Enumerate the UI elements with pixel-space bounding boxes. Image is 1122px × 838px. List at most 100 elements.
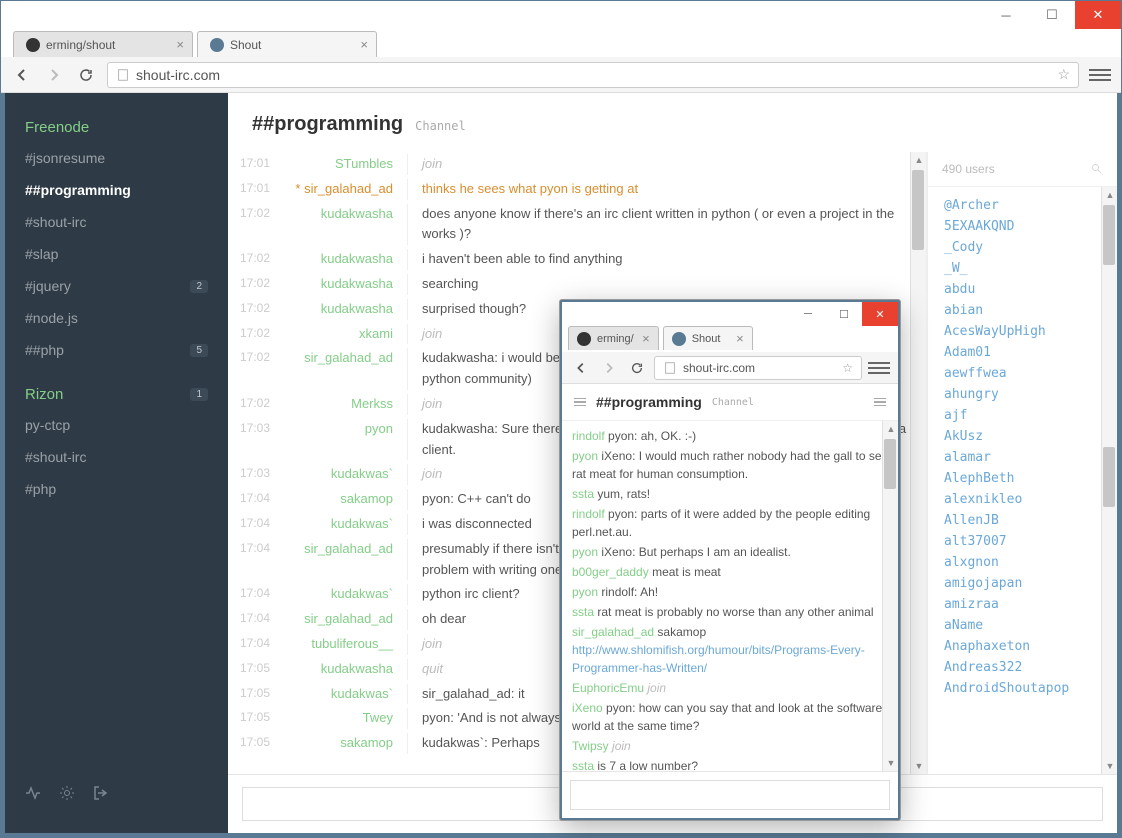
sidebar-toggle[interactable]: [574, 398, 586, 407]
user-item[interactable]: ajf: [928, 405, 1117, 426]
user-item[interactable]: AndroidShoutapop: [928, 678, 1117, 699]
user-item[interactable]: _Cody: [928, 237, 1117, 258]
scrollbar-thumb[interactable]: [1103, 205, 1115, 265]
msg-nick[interactable]: sakamop: [288, 733, 408, 754]
scroll-down-icon[interactable]: ▼: [883, 755, 898, 771]
forward-button[interactable]: [43, 64, 65, 86]
msg-nick[interactable]: xkami: [288, 324, 408, 345]
scrollbar[interactable]: ▲ ▼: [1101, 187, 1117, 774]
msg-nick[interactable]: kudakwasha: [288, 299, 408, 320]
user-item[interactable]: Adam01: [928, 342, 1117, 363]
message-input[interactable]: [570, 780, 890, 810]
scroll-down-icon[interactable]: ▼: [911, 758, 927, 774]
user-item[interactable]: amizraa: [928, 594, 1117, 615]
msg-nick[interactable]: kudakwas`: [288, 514, 408, 535]
close-button[interactable]: ✕: [1075, 1, 1121, 29]
user-item[interactable]: abdu: [928, 279, 1117, 300]
user-item[interactable]: @Archer: [928, 195, 1117, 216]
close-icon[interactable]: ×: [176, 37, 184, 52]
sidebar-channel[interactable]: #shout-irc: [5, 441, 228, 473]
scroll-down-icon[interactable]: ▼: [1102, 758, 1117, 774]
scrollbar-thumb[interactable]: [1103, 447, 1115, 507]
user-item[interactable]: 5EXAAKQND: [928, 216, 1117, 237]
maximize-button[interactable]: ☐: [826, 302, 862, 326]
user-list[interactable]: @Archer5EXAAKQND_Cody_W_abduabianAcesWay…: [928, 187, 1117, 774]
sidebar-channel[interactable]: #php: [5, 473, 228, 505]
message-list[interactable]: rindolf pyon: ah, OK. :-)pyon iXeno: I w…: [562, 421, 898, 771]
activity-icon[interactable]: [25, 785, 41, 801]
user-item[interactable]: alt37007: [928, 531, 1117, 552]
menu-button[interactable]: [1089, 64, 1111, 86]
back-button[interactable]: [570, 357, 592, 379]
user-item[interactable]: aName: [928, 615, 1117, 636]
reload-button[interactable]: [626, 357, 648, 379]
users-toggle[interactable]: [874, 398, 886, 407]
msg-nick[interactable]: Twey: [288, 708, 408, 729]
user-item[interactable]: Andreas322: [928, 657, 1117, 678]
user-item[interactable]: alexnikleo: [928, 489, 1117, 510]
browser-tab-shout[interactable]: Shout ×: [663, 326, 753, 350]
msg-nick[interactable]: sir_galahad_ad: [288, 348, 408, 390]
close-icon[interactable]: ×: [642, 331, 650, 346]
sidebar-channel[interactable]: #slap: [5, 238, 228, 270]
msg-nick[interactable]: sir_galahad_ad: [288, 539, 408, 581]
user-item[interactable]: _W_: [928, 258, 1117, 279]
msg-nick[interactable]: kudakwasha: [288, 659, 408, 680]
menu-button[interactable]: [868, 357, 890, 379]
msg-nick[interactable]: Merkss: [288, 394, 408, 415]
user-item[interactable]: AlephBeth: [928, 468, 1117, 489]
msg-nick[interactable]: kudakwasha: [288, 204, 408, 246]
msg-nick[interactable]: * sir_galahad_ad: [288, 179, 408, 200]
sidebar-channel[interactable]: #jquery2: [5, 270, 228, 302]
msg-nick[interactable]: STumbles: [288, 154, 408, 175]
sidebar-channel[interactable]: py-ctcp: [5, 409, 228, 441]
sidebar-channel[interactable]: #shout-irc: [5, 206, 228, 238]
browser-tab-github[interactable]: erming/ ×: [568, 326, 659, 350]
user-item[interactable]: ahungry: [928, 384, 1117, 405]
browser-tab-github[interactable]: erming/shout ×: [13, 31, 193, 57]
msg-nick[interactable]: sir_galahad_ad: [288, 609, 408, 630]
scrollbar[interactable]: ▲ ▼: [910, 152, 926, 774]
user-item[interactable]: abian: [928, 300, 1117, 321]
network-rizon[interactable]: Rizon1: [5, 380, 228, 409]
user-item[interactable]: AkUsz: [928, 426, 1117, 447]
user-item[interactable]: Anaphaxeton: [928, 636, 1117, 657]
msg-nick[interactable]: kudakwas`: [288, 584, 408, 605]
scrollbar-thumb[interactable]: [884, 439, 896, 489]
scroll-up-icon[interactable]: ▲: [1102, 187, 1117, 203]
user-item[interactable]: AllenJB: [928, 510, 1117, 531]
bookmark-icon[interactable]: ☆: [1057, 66, 1070, 83]
forward-button[interactable]: [598, 357, 620, 379]
user-item[interactable]: amigojapan: [928, 573, 1117, 594]
sidebar-channel[interactable]: ##php5: [5, 334, 228, 366]
scroll-up-icon[interactable]: ▲: [911, 152, 927, 168]
user-item[interactable]: alamar: [928, 447, 1117, 468]
msg-nick[interactable]: kudakwas`: [288, 684, 408, 705]
sidebar-channel[interactable]: ##programming: [5, 174, 228, 206]
minimize-button[interactable]: ─: [983, 1, 1029, 29]
msg-nick[interactable]: sakamop: [288, 489, 408, 510]
close-icon[interactable]: ×: [736, 331, 744, 346]
user-item[interactable]: alxgnon: [928, 552, 1117, 573]
back-button[interactable]: [11, 64, 33, 86]
close-icon[interactable]: ×: [360, 37, 368, 52]
search-icon[interactable]: [1091, 163, 1103, 175]
network-freenode[interactable]: Freenode: [5, 113, 228, 142]
scroll-up-icon[interactable]: ▲: [883, 421, 898, 437]
scrollbar[interactable]: ▲ ▼: [882, 421, 898, 771]
maximize-button[interactable]: ☐: [1029, 1, 1075, 29]
logout-icon[interactable]: [93, 785, 109, 801]
user-item[interactable]: AcesWayUpHigh: [928, 321, 1117, 342]
scrollbar-thumb[interactable]: [912, 170, 924, 250]
msg-nick[interactable]: kudakwasha: [288, 249, 408, 270]
msg-nick[interactable]: tubuliferous__: [288, 634, 408, 655]
sidebar-channel[interactable]: #node.js: [5, 302, 228, 334]
msg-nick[interactable]: kudakwasha: [288, 274, 408, 295]
msg-nick[interactable]: kudakwas`: [288, 464, 408, 485]
address-bar[interactable]: shout-irc.com ☆: [654, 356, 862, 380]
bookmark-icon[interactable]: ☆: [842, 361, 853, 375]
close-button[interactable]: ✕: [862, 302, 898, 326]
msg-nick[interactable]: pyon: [288, 419, 408, 461]
sidebar-channel[interactable]: #jsonresume: [5, 142, 228, 174]
gear-icon[interactable]: [59, 785, 75, 801]
